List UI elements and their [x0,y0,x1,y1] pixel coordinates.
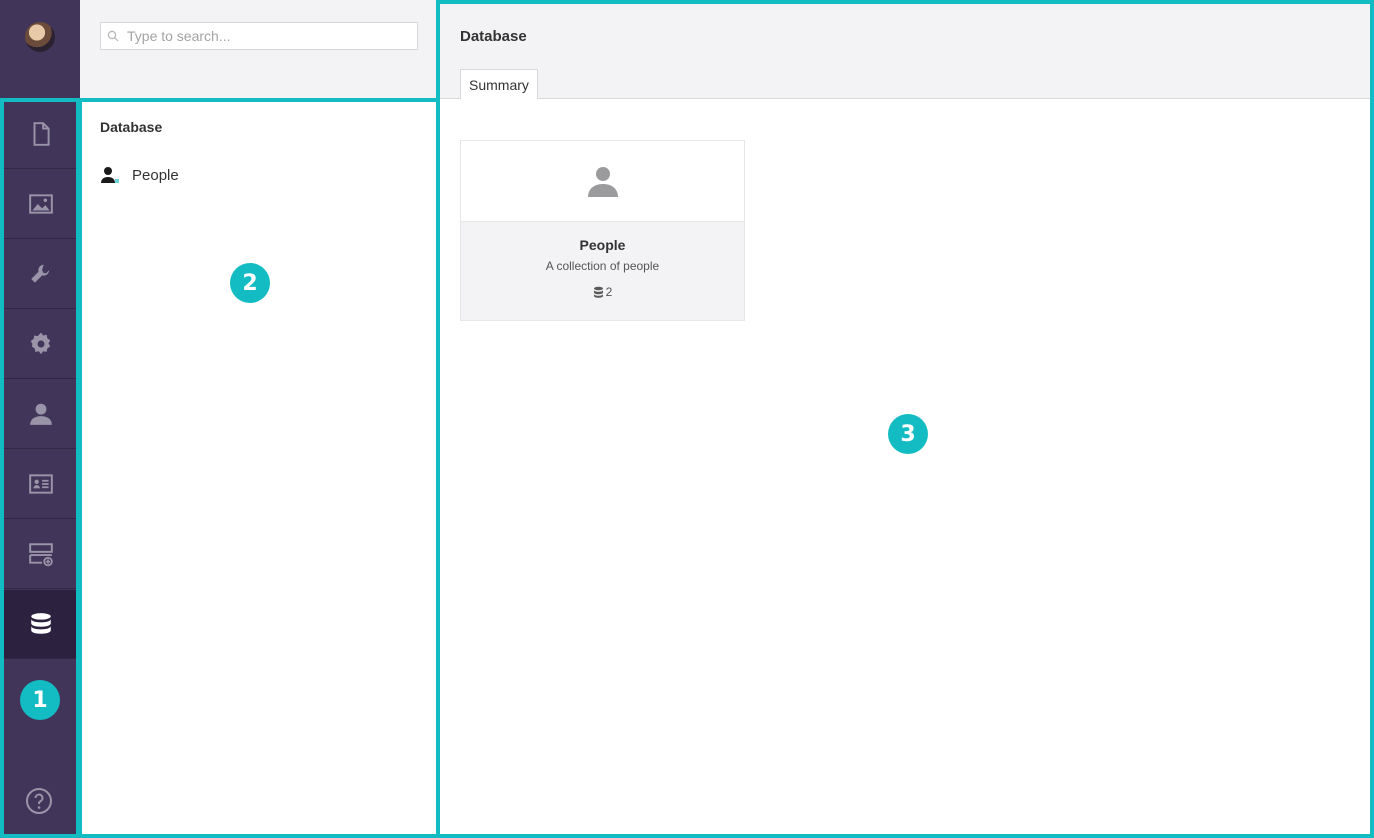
sidebar-item-media[interactable] [4,170,77,239]
tree-header [80,0,436,99]
card-name: People [579,237,626,253]
form-add-icon [28,543,53,567]
tab-label: Summary [469,77,529,93]
id-card-icon [28,474,53,494]
main-content: People A collection of people 2 [440,99,1374,838]
tree-item-label: People [132,166,179,184]
card-count-value: 2 [605,285,613,299]
sidebar-item-settings[interactable] [4,240,77,309]
sidebar-item-forms[interactable] [4,520,77,589]
annotation-badge-1: 1 [20,680,60,720]
user-avatar[interactable] [25,22,55,52]
user-icon [29,403,52,425]
card-header [461,141,744,222]
main-header: Database Summary [440,0,1374,100]
page-title: Database [460,28,527,45]
person-icon [587,167,618,197]
database-icon [593,286,603,298]
database-icon [30,613,51,634]
document-icon [33,122,50,146]
tree-item-people[interactable]: People [100,164,179,186]
sidebar-item-users[interactable] [4,380,77,449]
gear-icon [30,332,50,355]
tree-title: Database [100,119,163,135]
sidebar-item-members[interactable] [4,450,77,519]
sidebar-item-database[interactable] [4,590,77,659]
help-icon[interactable] [25,787,53,815]
annotation-badge-2: 2 [230,263,270,303]
annotation-badge-3: 3 [888,414,928,454]
people-icon [101,167,119,183]
image-icon [28,194,53,214]
search-input[interactable] [125,27,409,45]
collection-card-people[interactable]: People A collection of people 2 [460,140,745,321]
wrench-icon [30,264,49,283]
sidebar-item-packages[interactable] [4,310,77,379]
card-count: 2 [461,285,744,299]
tree-panel: Database People [80,99,436,838]
sidebar-item-content[interactable] [4,100,77,169]
search-box[interactable] [100,22,418,50]
card-description: A collection of people [545,259,660,273]
tab-summary[interactable]: Summary [460,69,538,100]
search-icon [107,30,119,42]
